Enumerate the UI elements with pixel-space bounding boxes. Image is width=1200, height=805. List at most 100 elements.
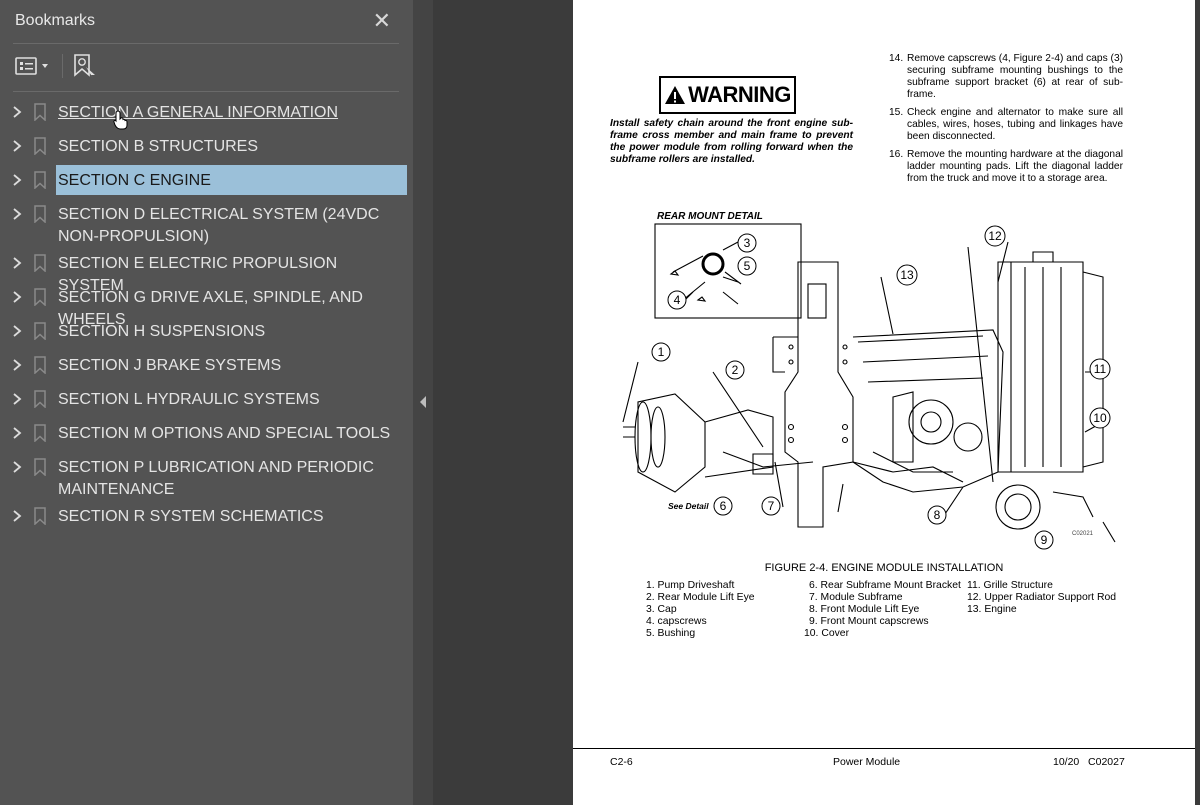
legend-item: 13. Engine	[967, 604, 1017, 615]
panel-header: Bookmarks ✕	[0, 0, 413, 42]
bookmark-item[interactable]: SECTION B STRUCTURES	[0, 131, 413, 161]
callout-12: 12	[984, 225, 1006, 247]
bookmark-icon	[34, 390, 46, 408]
drawing-code: C02021	[1072, 531, 1094, 537]
step-number: 15.	[889, 107, 904, 118]
add-bookmark-button[interactable]	[72, 52, 98, 80]
warning-text: Install safety chain around the front en…	[610, 118, 853, 165]
svg-text:10: 10	[1093, 411, 1107, 425]
bookmark-label: SECTION M OPTIONS AND SPECIAL TOOLS	[58, 425, 391, 442]
toolbar-separator	[62, 54, 63, 78]
bookmark-icon	[34, 254, 46, 272]
toolbar-divider	[13, 91, 399, 92]
bookmark-item[interactable]: SECTION L HYDRAULIC SYSTEMS	[0, 384, 413, 414]
chevron-right-icon[interactable]	[11, 358, 23, 372]
chevron-right-icon[interactable]	[11, 105, 23, 119]
legend-item: 12. Upper Radiator Support Rod	[967, 592, 1117, 603]
bookmark-icon	[34, 103, 46, 121]
callout-13: 13	[896, 264, 918, 286]
bookmark-label: SECTION B STRUCTURES	[58, 138, 259, 155]
step-text: Remove the mounting hardware at the diag…	[907, 149, 1123, 184]
bookmark-item[interactable]: SECTION E ELECTRIC PROPULSION SYSTEM	[0, 248, 413, 294]
callout-6: 6	[713, 496, 733, 516]
list-options-button[interactable]	[15, 52, 51, 80]
footer-rule	[573, 748, 1195, 749]
bookmark-item[interactable]: SECTION G DRIVE AXLE, SPINDLE, AND WHEEL…	[0, 282, 413, 328]
chevron-right-icon[interactable]	[11, 139, 23, 153]
callout-5: 5	[737, 256, 757, 276]
legend-item: 8. Front Module Lift Eye	[809, 604, 920, 615]
legend-column-2: 6. Rear Subframe Mount Bracket 7. Module…	[804, 580, 961, 640]
bookmark-item[interactable]: SECTION H SUSPENSIONS	[0, 316, 413, 346]
bookmark-icon	[34, 137, 46, 155]
svg-text:9: 9	[1041, 533, 1048, 547]
step-15: 15. Check engine and alternator to make s…	[889, 107, 1123, 143]
chevron-right-icon[interactable]	[11, 460, 23, 474]
bookmark-icon	[34, 507, 46, 525]
legend-item: 9. Front Mount capscrews	[809, 616, 929, 627]
figure-caption: FIGURE 2-4. ENGINE MODULE INSTALLATION	[764, 562, 1004, 574]
panel-title: Bookmarks	[15, 12, 96, 29]
bookmark-item[interactable]: SECTION D ELECTRICAL SYSTEM (24VDC NON-P…	[0, 199, 413, 246]
svg-text:7: 7	[768, 499, 775, 513]
step-text: Check engine and alternator to make sure…	[907, 107, 1123, 142]
bookmark-item[interactable]: SECTION A GENERAL INFORMATION	[0, 97, 413, 130]
legend-item: 1. Pump Driveshaft	[646, 580, 735, 591]
callout-markers: 1 2 3 4 5 6 7 8 9 10 11 12 13	[651, 225, 1111, 550]
legend-item: 5. Bushing	[646, 628, 696, 639]
bookmark-label: SECTION D ELECTRICAL SYSTEM (24VDC NON-P…	[58, 206, 380, 245]
step-text: Remove capscrews (4, Figure 2-4) and cap…	[907, 53, 1123, 100]
bookmarks-toolbar	[0, 44, 413, 90]
callout-4: 4	[667, 290, 687, 310]
legend-item: 7. Module Subframe	[809, 592, 903, 603]
callout-1: 1	[651, 342, 671, 362]
bookmark-item[interactable]: SECTION R SYSTEM SCHEMATICS	[0, 501, 413, 531]
callout-11: 11	[1089, 358, 1111, 380]
warning-box: WARNING	[659, 76, 796, 114]
callout-9: 9	[1034, 530, 1054, 550]
see-detail-label: See Detail	[668, 501, 709, 511]
bookmark-label: SECTION H SUSPENSIONS	[58, 323, 266, 340]
step-number: 14.	[889, 53, 904, 64]
document-page: WARNING Install safety chain around the …	[573, 0, 1195, 805]
bookmark-add-icon	[74, 54, 95, 78]
bookmark-item[interactable]: SECTION J BRAKE SYSTEMS	[0, 350, 413, 380]
legend-column-1: 1. Pump Driveshaft 2. Rear Module Lift E…	[646, 580, 755, 640]
bookmark-item[interactable]: SECTION P LUBRICATION AND PERIODIC MAINT…	[0, 452, 413, 499]
footer-doc-code: 10/20 C02027	[1053, 756, 1125, 768]
callout-8: 8	[927, 505, 947, 525]
collapse-panel-icon[interactable]	[419, 396, 427, 408]
step-14: 14. Remove capscrews (4, Figure 2-4) and …	[889, 53, 1123, 101]
close-icon[interactable]: ✕	[373, 10, 391, 32]
chevron-right-icon[interactable]	[11, 256, 23, 270]
callout-2: 2	[725, 360, 745, 380]
chevron-right-icon[interactable]	[11, 207, 23, 221]
bookmark-label: SECTION L HYDRAULIC SYSTEMS	[58, 391, 320, 408]
bookmark-item[interactable]: SECTION C ENGINE	[0, 165, 413, 195]
footer-title: Power Module	[833, 756, 901, 768]
warning-title: WARNING	[688, 82, 791, 107]
legend-item: 10. Cover	[804, 628, 850, 639]
bookmark-label: SECTION J BRAKE SYSTEMS	[58, 357, 282, 374]
step-number: 16.	[889, 149, 904, 160]
bookmark-icon	[34, 205, 46, 223]
legend-column-3: 11. Grille Structure 12. Upper Radiator …	[967, 580, 1116, 616]
chevron-right-icon[interactable]	[11, 290, 23, 304]
svg-text:1: 1	[658, 345, 665, 359]
chevron-right-icon[interactable]	[11, 173, 23, 187]
svg-text:12: 12	[988, 229, 1002, 243]
legend-item: 11. Grille Structure	[967, 580, 1053, 591]
svg-text:11: 11	[1094, 362, 1107, 376]
step-16: 16. Remove the mounting hardware at the d…	[889, 149, 1123, 185]
bookmark-label: SECTION R SYSTEM SCHEMATICS	[58, 508, 324, 525]
footer-page-number: C2-6	[610, 756, 633, 768]
legend-item: 2. Rear Module Lift Eye	[646, 592, 755, 603]
chevron-right-icon[interactable]	[11, 426, 23, 440]
chevron-right-icon[interactable]	[11, 392, 23, 406]
bookmark-item[interactable]: SECTION M OPTIONS AND SPECIAL TOOLS	[0, 418, 413, 448]
bookmark-icon	[34, 322, 46, 340]
svg-text:6: 6	[720, 499, 727, 513]
chevron-right-icon[interactable]	[11, 324, 23, 338]
chevron-right-icon[interactable]	[11, 509, 23, 523]
bookmark-icon	[34, 424, 46, 442]
